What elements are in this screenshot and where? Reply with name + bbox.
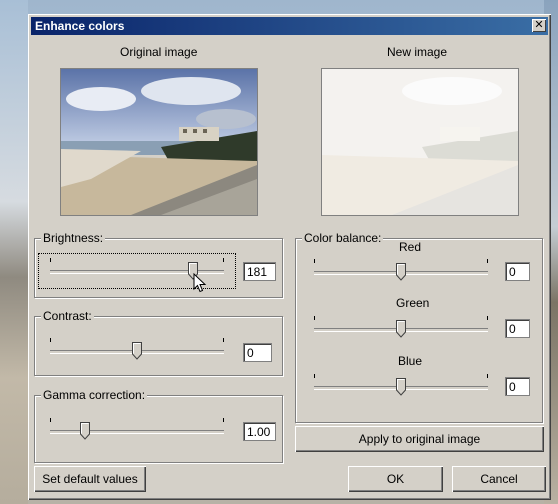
close-icon: ✕: [534, 19, 544, 31]
slider-thumb[interactable]: [396, 378, 406, 396]
slider-thumb[interactable]: [80, 422, 90, 440]
slider-tick: [487, 259, 488, 263]
gamma-slider[interactable]: [50, 414, 224, 444]
red-value[interactable]: 0: [505, 262, 530, 281]
slider-tick: [50, 258, 51, 262]
enhance-colors-dialog: Enhance colors ✕ Original image New imag…: [28, 14, 551, 500]
cancel-button[interactable]: Cancel: [452, 466, 546, 492]
original-image-label: Original image: [120, 45, 198, 59]
slider-tick: [223, 418, 224, 422]
slider-tick: [223, 258, 224, 262]
slider-thumb[interactable]: [132, 342, 142, 360]
gamma-label: Gamma correction:: [41, 388, 148, 402]
window-title: Enhance colors: [35, 19, 125, 33]
green-label: Green: [396, 296, 430, 310]
new-image-label: New image: [387, 45, 448, 59]
title-bar[interactable]: Enhance colors ✕: [31, 17, 548, 35]
slider-tick: [314, 316, 315, 320]
slider-tick: [314, 374, 315, 378]
contrast-value[interactable]: 0: [243, 343, 272, 362]
blue-slider[interactable]: [314, 370, 488, 400]
slider-tick: [314, 259, 315, 263]
slider-tick: [50, 418, 51, 422]
blue-value[interactable]: 0: [505, 377, 530, 396]
slider-tick: [223, 338, 224, 342]
green-slider[interactable]: [314, 312, 488, 342]
set-default-values-button[interactable]: Set default values: [34, 466, 146, 492]
slider-thumb[interactable]: [396, 263, 406, 281]
contrast-slider[interactable]: [50, 334, 224, 364]
apply-to-original-button[interactable]: Apply to original image: [295, 426, 544, 452]
ok-button[interactable]: OK: [348, 466, 443, 492]
red-label: Red: [399, 240, 422, 254]
blue-label: Blue: [398, 354, 423, 368]
gamma-value[interactable]: 1.00: [243, 422, 276, 441]
new-image-preview: [321, 68, 519, 216]
red-slider[interactable]: [314, 255, 488, 285]
slider-tick: [487, 374, 488, 378]
desktop-background-left: [0, 0, 28, 504]
brightness-label: Brightness:: [41, 231, 106, 245]
slider-tick: [487, 316, 488, 320]
brightness-value[interactable]: 181: [243, 262, 276, 281]
close-button[interactable]: ✕: [532, 19, 546, 32]
green-value[interactable]: 0: [505, 319, 530, 338]
slider-thumb[interactable]: [396, 320, 406, 338]
slider-tick: [50, 338, 51, 342]
original-image-preview: [60, 68, 258, 216]
slider-track: [50, 430, 224, 434]
contrast-label: Contrast:: [41, 309, 94, 323]
mouse-pointer-icon: [193, 273, 207, 293]
color-balance-label: Color balance:: [302, 231, 384, 245]
